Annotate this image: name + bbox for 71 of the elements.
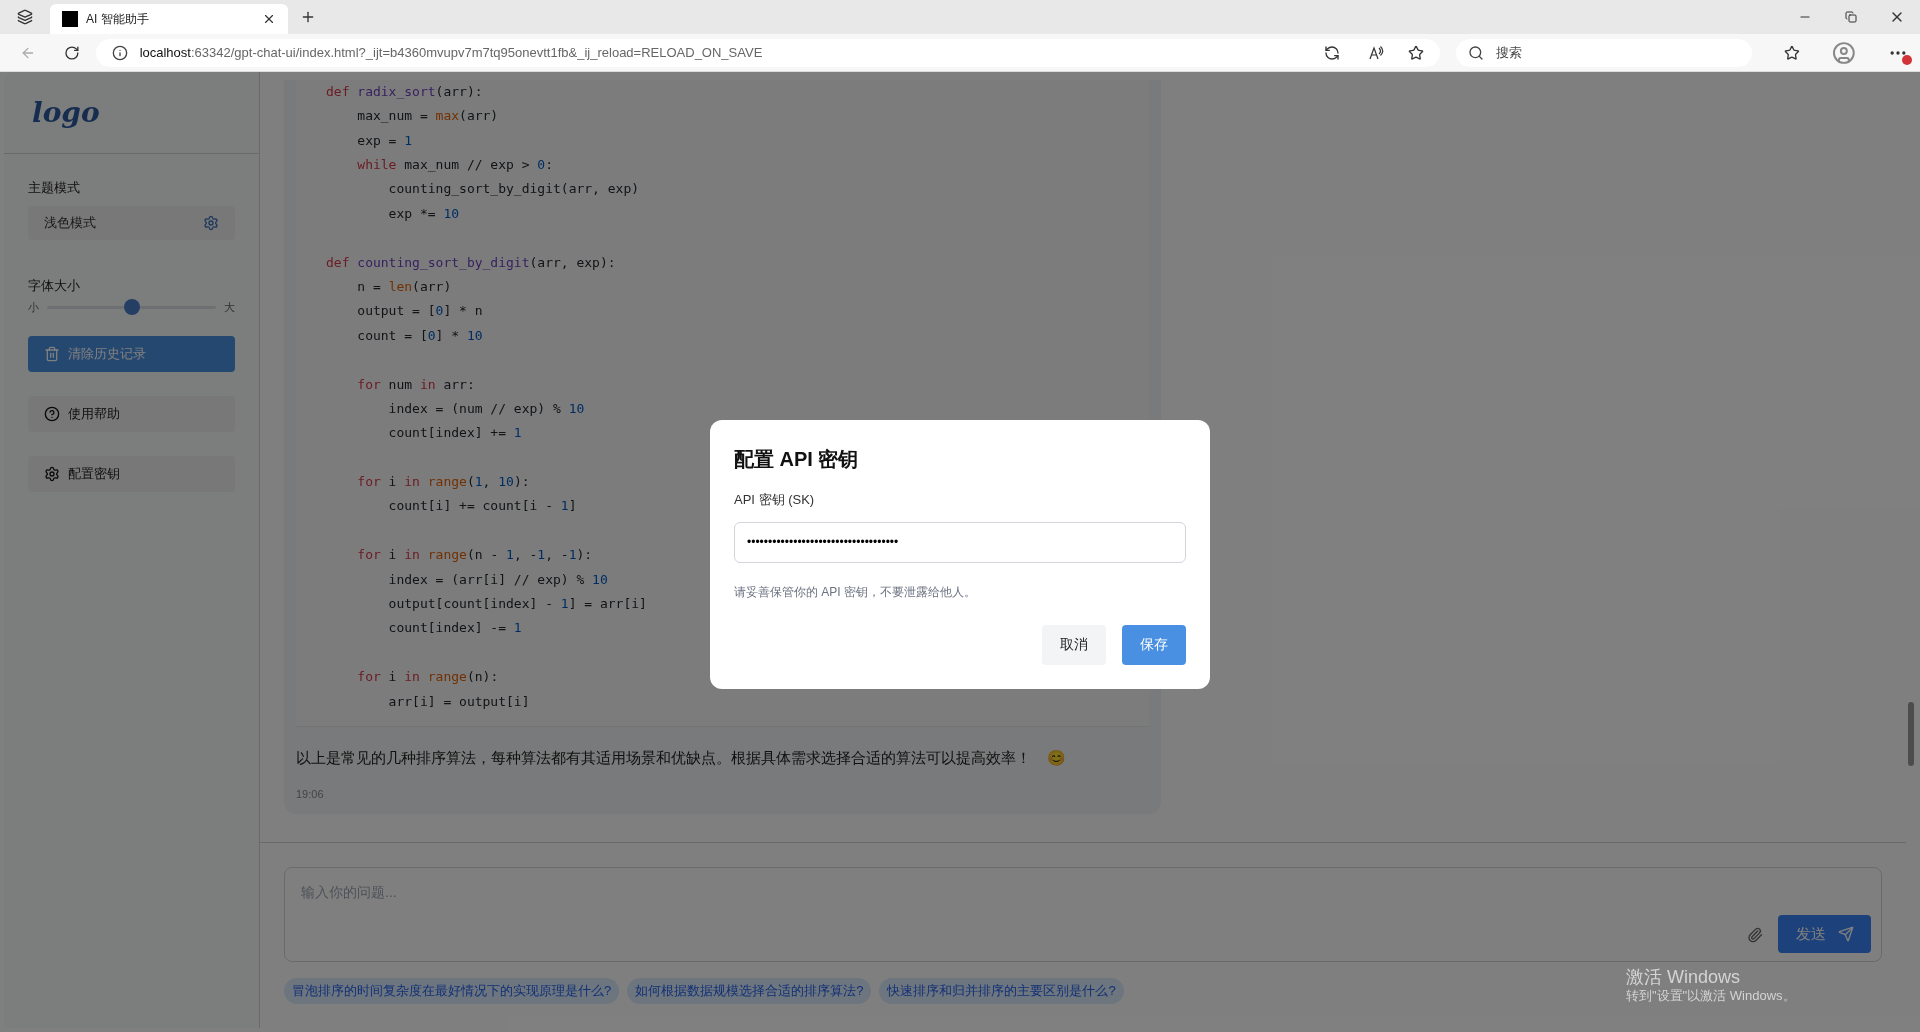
suggestion-chip[interactable]: 如何根据数据规模选择合适的排序算法?	[627, 978, 872, 1004]
close-icon[interactable]	[262, 12, 276, 26]
send-button[interactable]: 发送	[1778, 915, 1871, 953]
code-line: arr[i] = output[i]	[387, 693, 530, 709]
url-text: localhost:63342/gpt-chat-ui/index.html?_ijt=b4360mvupv7m7tq95onevtt1fb&_ij_reload=RELOAD_ON_SAVE	[139, 43, 763, 62]
restore-icon[interactable]	[1845, 11, 1857, 23]
code-line: count[index] += 1	[387, 425, 522, 441]
slider-min-label: 小	[28, 300, 39, 315]
new-tab-icon[interactable]	[300, 9, 316, 25]
trash-icon	[44, 345, 60, 362]
api-key-field[interactable]: ••••••••••••••••••••••••••••••••••••	[734, 521, 1186, 563]
code-line: count = [0] * 10	[356, 327, 483, 343]
cancel-button[interactable]: 取消	[1042, 624, 1106, 665]
code-line: for i in range(1, 10):	[356, 474, 530, 490]
suggestion-chip[interactable]: 快速排序和归并排序的主要区别是什么?	[879, 978, 1124, 1004]
code-line: count[i] += count[i - 1]	[387, 498, 577, 514]
tab-title: AI 智能助手	[86, 11, 150, 28]
code-line: count[index] -= 1	[387, 620, 522, 636]
code-line: for i in range(n):	[356, 669, 499, 685]
code-line: max_num = max(arr)	[356, 108, 499, 124]
code-line: for num in arr:	[356, 376, 475, 392]
scrollbar-thumb[interactable]	[1908, 702, 1914, 766]
sidebar-item[interactable]: 配置密钥	[28, 455, 235, 492]
code-line: exp *= 10	[387, 205, 460, 221]
hint-text: 请妥善保管你的 API 密钥，不要泄露给他人。	[734, 583, 977, 601]
gear-icon	[44, 465, 60, 482]
favorite-star-icon[interactable]	[1408, 44, 1424, 61]
code-line: def counting_sort_by_digit(arr, exp):	[326, 254, 616, 270]
theme-select[interactable]: 浅色模式	[28, 205, 235, 240]
save-button[interactable]: 保存	[1122, 624, 1186, 665]
font-size-slider[interactable]	[47, 299, 216, 316]
section-label: 字体大小	[28, 276, 81, 295]
browser-tab[interactable]: AI 智能助手	[50, 4, 288, 34]
suggestion-chip[interactable]: 冒泡排序的时间复杂度在最好情况下的实现原理是什么?	[284, 978, 620, 1004]
dialog-title: 配置 API 密钥	[734, 447, 860, 472]
help-icon	[44, 405, 60, 422]
clear-history-button[interactable]: 清除历史记录	[28, 335, 235, 372]
read-aloud-icon[interactable]	[1368, 44, 1384, 61]
search-field[interactable]: 搜索	[1456, 38, 1753, 67]
slider-thumb[interactable]	[123, 299, 140, 316]
address-bar[interactable]: localhost:63342/gpt-chat-ui/index.html?_ijt=b4360mvupv7m7tq95onevtt1fb&_ij_reload=RELOAD_ON_SAVE	[95, 38, 1440, 67]
code-line: def radix_sort(arr):	[326, 83, 483, 99]
code-line: counting_sort_by_digit(arr, exp)	[387, 181, 640, 197]
emoji: 😊	[1047, 748, 1066, 768]
workspaces-icon[interactable]	[17, 9, 33, 25]
gear-icon	[203, 214, 219, 231]
code-line: for i in range(n - 1, -1, -1):	[356, 547, 593, 563]
code-line: while max_num // exp > 0:	[356, 157, 553, 172]
activation-watermark-title: 激活 Windows	[1626, 966, 1741, 988]
message-text: 以上是常见的几种排序算法，每种算法都有其适用场景和优缺点。根据具体需求选择合适的算法可以提高效率！	[296, 748, 1031, 768]
sidebar-item[interactable]: 使用帮助	[28, 395, 235, 432]
code-line: output = [0] * n	[356, 303, 483, 319]
profile-icon[interactable]	[1832, 40, 1856, 65]
favorites-icon[interactable]	[1784, 44, 1801, 61]
code-line: index = (arr[i] // exp) % 10	[387, 571, 608, 587]
logo: logo	[32, 94, 100, 131]
code-line: exp = 1	[356, 132, 413, 148]
field-label: API 密钥 (SK)	[734, 491, 816, 509]
slider-max-label: 大	[224, 300, 235, 315]
paperclip-icon[interactable]	[1747, 927, 1763, 943]
activation-watermark-hint: 转到"设置"以激活 Windows。	[1626, 988, 1796, 1004]
code-line: output[count[index] - 1] = arr[i]	[387, 596, 647, 612]
search-icon	[1468, 44, 1484, 61]
section-label: 主题模式	[28, 179, 81, 197]
send-icon	[1837, 926, 1854, 942]
app-icon	[62, 11, 78, 27]
info-icon[interactable]	[111, 44, 128, 61]
reload-icon[interactable]	[63, 44, 80, 61]
sync-icon[interactable]	[1324, 44, 1340, 61]
code-line: index = (num // exp) % 10	[387, 400, 585, 416]
code-line: n = len(arr)	[356, 278, 452, 294]
